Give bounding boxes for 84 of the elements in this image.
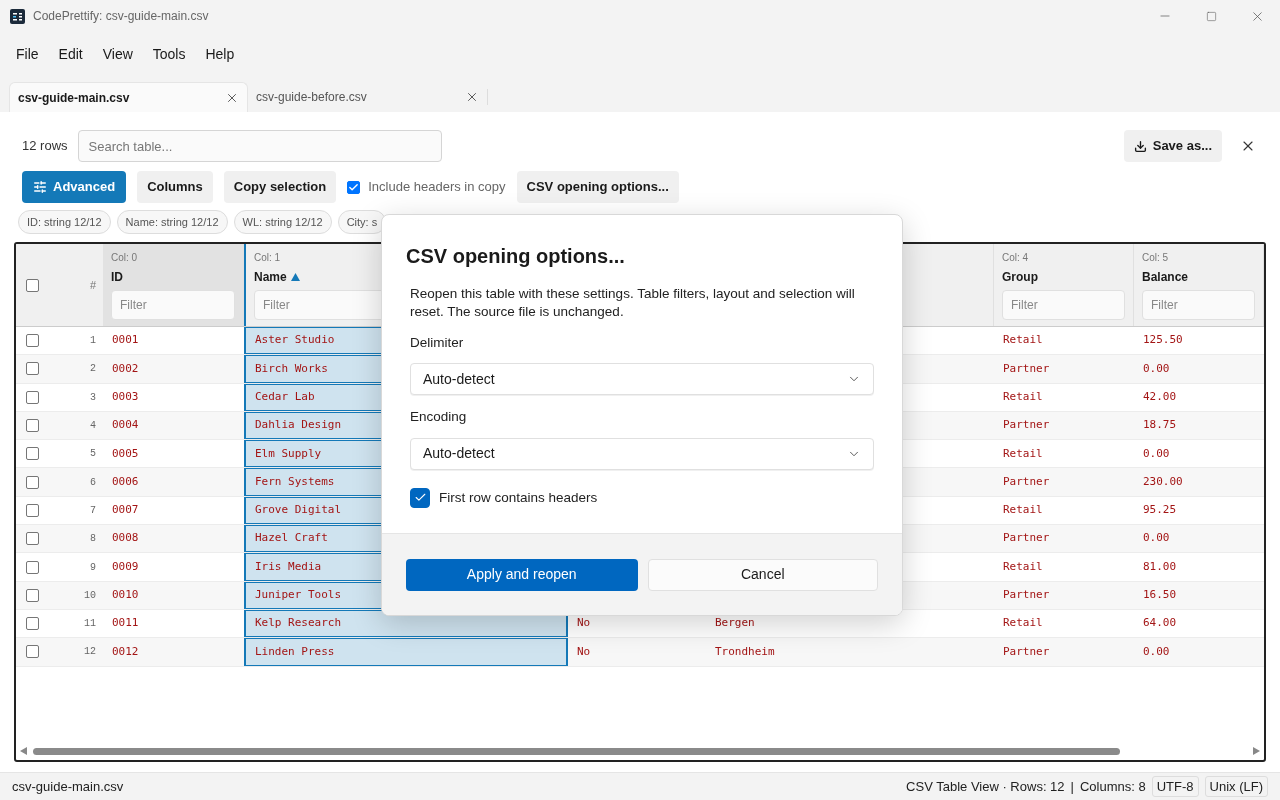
row-number: 4 (90, 419, 96, 434)
table-cell: Retail (1003, 502, 1043, 519)
table-cell: Retail (1003, 332, 1043, 349)
table-cell: 0.00 (1143, 530, 1170, 547)
column-index: Col: 5 (1142, 252, 1169, 264)
table-cell-text: Iris Media (255, 558, 322, 575)
table-cell-text: Retail (1003, 558, 1043, 575)
table-cell-text: 0012 (112, 643, 139, 660)
field-label: Delimiter (410, 334, 465, 352)
table-cell-text: 0.00 (1143, 445, 1170, 462)
table-cell-text: 0005 (112, 445, 139, 462)
table-cell: 0010 (112, 587, 139, 604)
table-cell-text: Elm Supply (255, 445, 322, 462)
table-cell: 125.50 (1143, 332, 1183, 349)
table-cell: Juniper Tools (255, 587, 342, 604)
column-type-chip: ID: string 12/12 (18, 210, 111, 234)
table-cell-text: 0009 (112, 558, 139, 575)
table-cell-text: Partner (1003, 360, 1050, 377)
status-columns: Columns: 8 (1079, 776, 1146, 797)
status-file-name: csv-guide-main.csv (12, 777, 124, 796)
table-cell-text: Linden Press (255, 643, 335, 660)
row-number: 3 (90, 390, 96, 405)
row-number-header: # (89, 277, 96, 293)
table-cell: 0007 (112, 502, 139, 519)
table-cell: 0011 (112, 615, 139, 632)
table-cell-text: 42.00 (1143, 389, 1177, 405)
table-cell-text: Retail (1003, 445, 1043, 462)
table-cell-text: 81.00 (1143, 558, 1177, 575)
table-cell-text: 230.00 (1143, 473, 1183, 490)
table-cell-text: 0003 (112, 389, 139, 405)
table-cell-text: 0.00 (1143, 643, 1170, 660)
table-cell-text: Fern Systems (255, 473, 335, 490)
table-cell-text: Birch Works (255, 360, 328, 377)
column-type-chip: Name: string 12/12 (116, 210, 228, 234)
table-cell: Partner (1003, 417, 1050, 434)
row-number: 6 (90, 475, 96, 490)
table-cell: No (577, 615, 591, 632)
column-type-chip: WL: string 12/12 (233, 210, 332, 234)
table-cell: 18.75 (1143, 417, 1177, 434)
dialog-description: Reopen this table with these settings. Table filters, layout and selection will reset. The source file is unchanged. (409, 285, 856, 321)
field-label: Encoding (410, 408, 468, 427)
table-cell: 16.50 (1143, 587, 1177, 604)
table-cell: 95.25 (1143, 502, 1177, 519)
checkbox-label: Include headers in copy (368, 178, 506, 197)
dialog-title: CSV opening options... (406, 244, 626, 269)
table-cell: Partner (1003, 530, 1050, 547)
status-separator: | (1070, 777, 1074, 796)
row-number: 1 (90, 334, 96, 349)
table-cell: 0008 (112, 530, 139, 547)
row-number: 8 (90, 532, 96, 547)
table-cell-text: No (577, 643, 591, 660)
table-cell: Partner (1003, 587, 1050, 604)
row-count: 12 rows (22, 137, 68, 156)
column-index: Col: 4 (1002, 252, 1029, 264)
row-number: 12 (84, 645, 96, 660)
checkbox-label: First row contains headers (439, 488, 598, 507)
table-cell: 64.00 (1143, 615, 1177, 632)
row-number: 11 (84, 617, 96, 632)
table-cell-text: Cedar Lab (255, 389, 315, 405)
table-cell: Hazel Craft (255, 530, 328, 547)
table-cell: Aster Studio (255, 332, 335, 349)
column-index: Col: 0 (111, 252, 138, 264)
table-cell-text: Partner (1003, 643, 1050, 660)
table-cell-text: Retail (1003, 389, 1043, 405)
table-cell-text: 0002 (112, 360, 139, 377)
column-index: Col: 1 (254, 252, 281, 264)
row-number: 7 (90, 503, 96, 518)
row-number: 2 (90, 362, 96, 377)
row-number: 5 (90, 447, 96, 462)
table-cell: Kelp Research (255, 615, 342, 632)
table-cell: Retail (1003, 615, 1043, 632)
table-cell: 0004 (112, 417, 139, 434)
table-cell: Dahlia Design (255, 417, 342, 434)
table-cell-text: Partner (1003, 473, 1050, 490)
table-cell: Bergen (715, 615, 755, 632)
table-cell: 0001 (112, 332, 139, 349)
table-cell-text: 0.00 (1143, 360, 1170, 377)
row-number: 10 (84, 588, 96, 603)
status-view-info: CSV Table View · Rows: 12 (906, 777, 1065, 796)
window-title: CodePrettify: csv-guide-main.csv (33, 8, 209, 25)
table-cell: Grove Digital (255, 502, 342, 519)
table-cell-text: 0006 (112, 473, 139, 490)
row-number: 9 (90, 560, 96, 575)
table-cell-text: Trondheim (715, 643, 775, 660)
